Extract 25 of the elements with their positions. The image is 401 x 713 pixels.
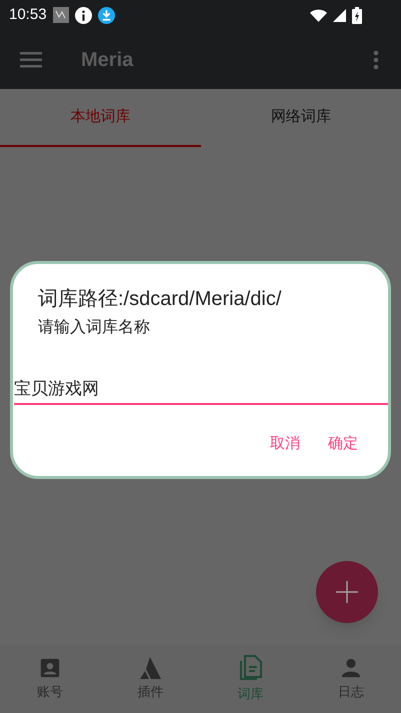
menu-icon [20,52,42,68]
nav-item[interactable]: 日志 [300,645,401,713]
plus-icon [336,581,358,603]
tab[interactable]: 本地词库 [0,89,200,147]
more-icon [373,50,379,70]
cancel-button[interactable]: 取消 [270,432,300,455]
dialog-title: 词库路径:/sdcard/Meria/dic/ [38,287,282,312]
nav-item[interactable]: 账号 [0,645,100,713]
signal-icon [333,8,346,22]
wifi-icon [310,8,327,22]
download-icon [98,6,115,24]
confirm-button[interactable]: 确定 [328,432,358,455]
info-icon [74,6,92,24]
document-icon [238,654,263,681]
clock: 10:53 [9,4,47,25]
dialog-message: 请输入词库名称 [38,318,151,338]
nav-item[interactable]: 插件 [100,645,200,713]
person-icon [340,656,362,679]
app-title: Meria [81,48,134,72]
tab[interactable]: 网络词库 [200,89,401,147]
battery-icon [352,6,362,24]
account-icon [39,656,62,679]
peaks-icon [138,656,162,679]
nav-item[interactable]: 词库 [200,645,301,713]
input-field[interactable]: 宝贝游戏网 [14,376,388,404]
